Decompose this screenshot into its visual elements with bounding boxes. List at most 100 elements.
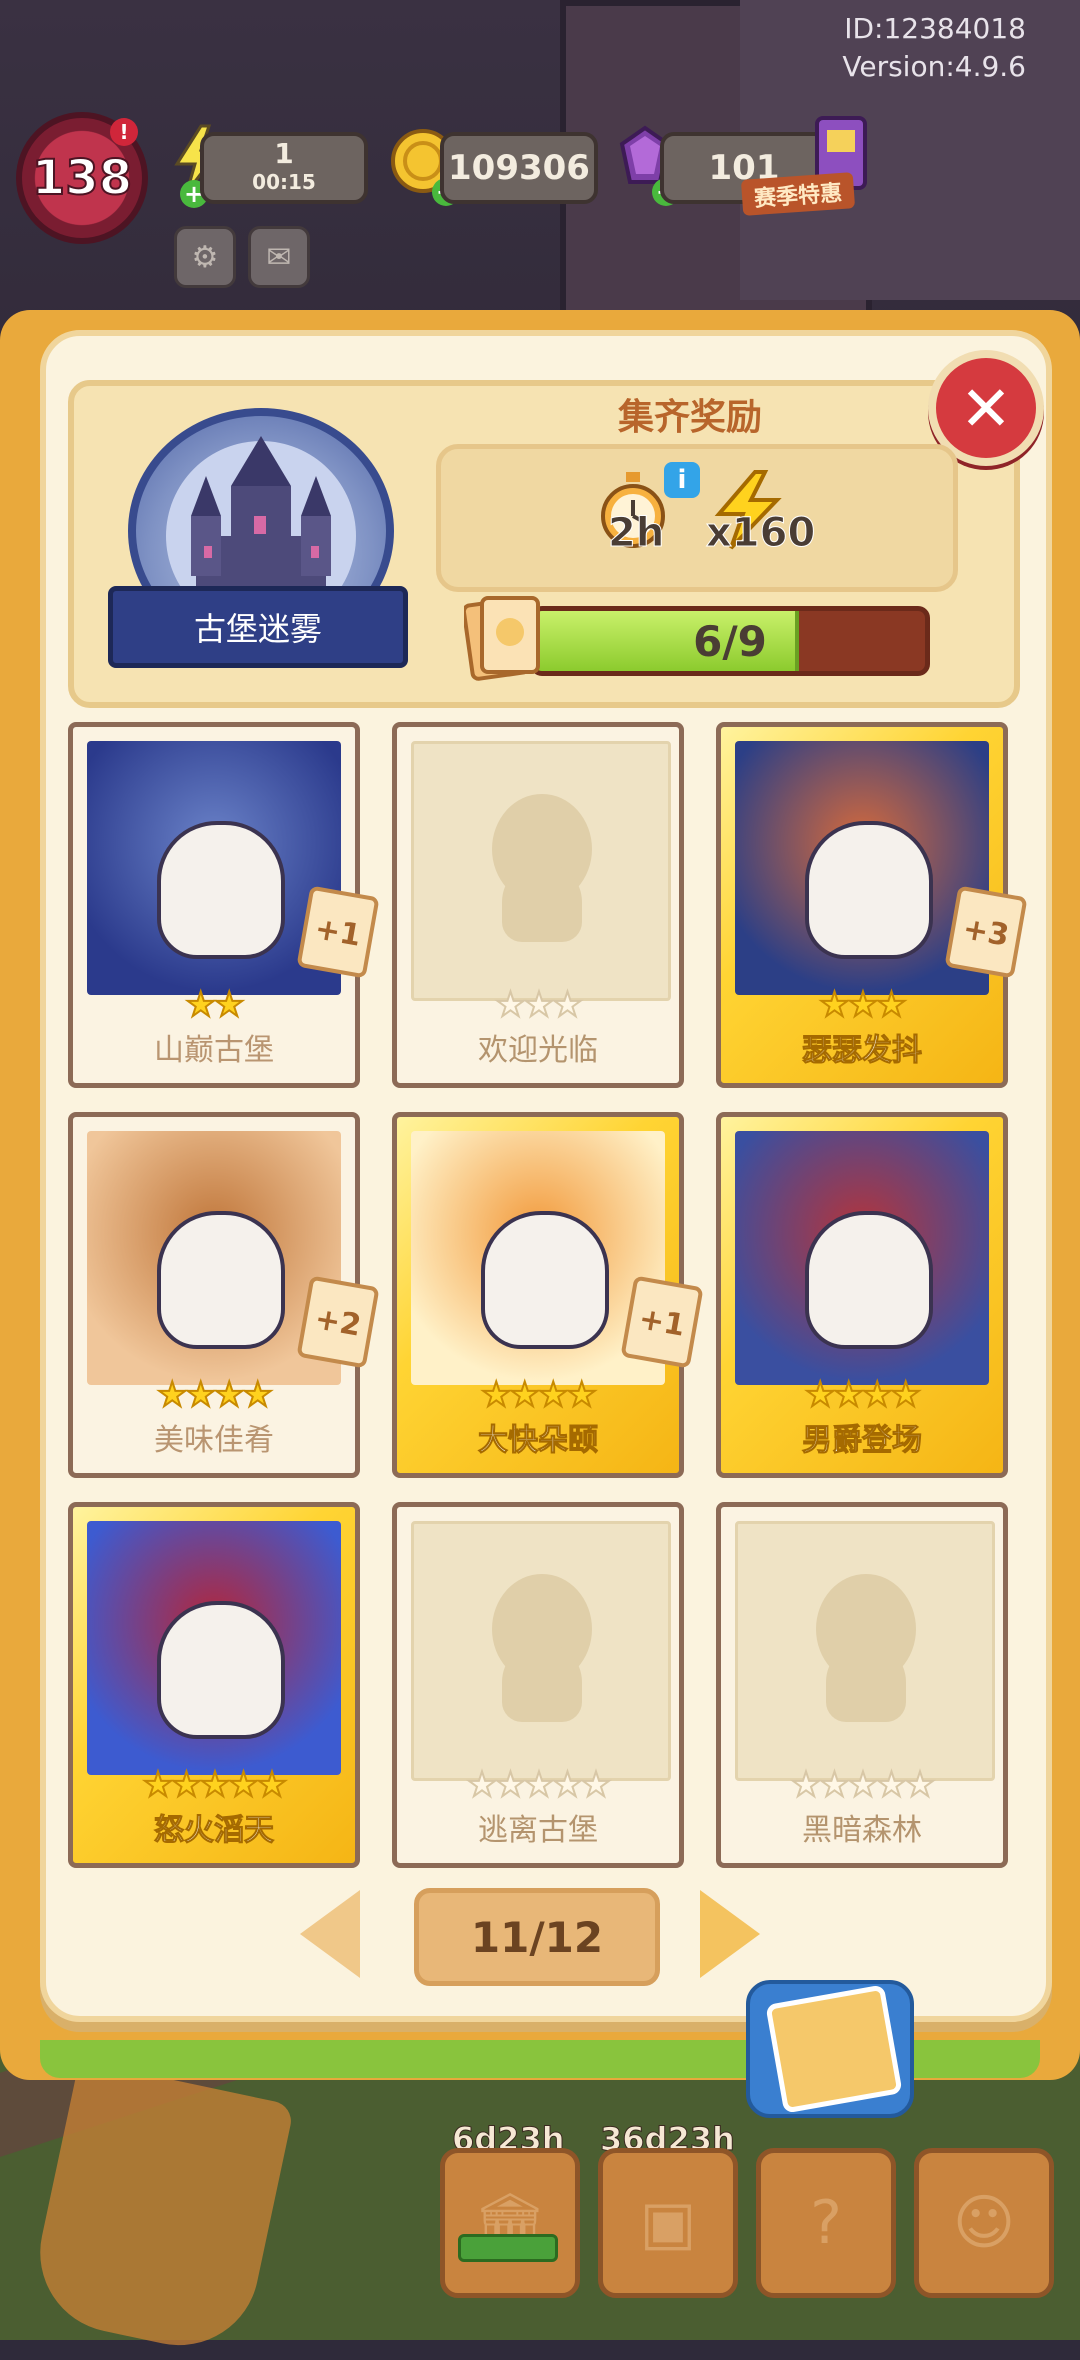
star-filled-icon: ★	[241, 1374, 274, 1416]
card-art	[735, 1131, 989, 1385]
star-empty-icon: ★	[875, 1764, 908, 1806]
star-filled-icon: ★	[861, 1374, 894, 1416]
energy-timer: 00:15	[252, 170, 316, 194]
album-card[interactable]: ★★★★ 男爵登场	[716, 1112, 1008, 1478]
album-card[interactable]: ★★★★★ 黑暗森林	[716, 1502, 1008, 1868]
energy-counter: 1 00:15	[200, 132, 368, 204]
question-icon: ?	[810, 2188, 842, 2258]
album-name: 古堡迷雾	[193, 610, 322, 648]
event-button-friends[interactable]: ☺	[914, 2148, 1054, 2298]
card-stars: ★★★★★	[73, 1764, 355, 1806]
star-filled-icon: ★	[156, 1374, 189, 1416]
star-filled-icon: ★	[480, 1374, 513, 1416]
album-badge: 古堡迷雾	[108, 408, 408, 678]
star-filled-icon: ★	[184, 984, 217, 1026]
next-page-arrow[interactable]	[700, 1890, 760, 1978]
duplicate-count-badge: +3	[944, 885, 1028, 979]
star-filled-icon: ★	[537, 1374, 570, 1416]
star-empty-icon: ★	[466, 1764, 499, 1806]
star-empty-icon: ★	[790, 1764, 823, 1806]
card-name: 瑟瑟发抖	[802, 1033, 923, 1069]
previous-page-arrow[interactable]	[300, 1890, 360, 1978]
card-stars: ★★★★	[397, 1374, 679, 1416]
card-character	[157, 821, 285, 959]
card-name: 大快朵颐	[478, 1423, 599, 1459]
card-name: 美味佳肴	[154, 1423, 274, 1458]
album-card[interactable]: ★★★★ 大快朵颐 +1	[392, 1112, 704, 1478]
star-filled-icon: ★	[142, 1764, 175, 1806]
star-filled-icon: ★	[256, 1764, 289, 1806]
duplicate-count-badge: +1	[296, 885, 380, 979]
star-filled-icon: ★	[199, 1764, 232, 1806]
event-button-mystery[interactable]: ?	[756, 2148, 896, 2298]
star-filled-icon: ★	[227, 1764, 260, 1806]
card-stars: ★★	[73, 984, 355, 1026]
album-card[interactable]: ★★★ 欢迎光临	[392, 722, 684, 1088]
card-name: 黑暗森林	[802, 1813, 922, 1848]
card-stars: ★★★★	[721, 1374, 1003, 1416]
locked-card-art	[411, 1521, 671, 1781]
silhouette-icon	[486, 1574, 598, 1724]
album-card[interactable]: ★★★★ 美味佳肴 +2	[68, 1112, 380, 1478]
locked-card-art	[735, 1521, 995, 1781]
event-button-cards[interactable]: ▣	[598, 2148, 738, 2298]
card-stars: ★★★★★	[397, 1764, 679, 1806]
card-stars: ★★★	[397, 984, 679, 1026]
star-empty-icon: ★	[847, 1764, 880, 1806]
version-label: Version:4.9.6	[842, 50, 1026, 83]
star-filled-icon: ★	[818, 984, 851, 1026]
silhouette-icon	[810, 1574, 922, 1724]
star-empty-icon: ★	[523, 1764, 556, 1806]
close-icon: ✕	[960, 371, 1012, 445]
event-progress	[458, 2234, 558, 2262]
card-name: 逃离古堡	[478, 1813, 598, 1848]
coins-counter: 109306	[440, 132, 598, 204]
star-filled-icon: ★	[213, 1374, 246, 1416]
card-name: 山巅古堡	[154, 1033, 274, 1068]
album-card[interactable]: ★★★★★ 怒火滔天	[68, 1502, 360, 1868]
album-card[interactable]: ★★ 山巅古堡 +1	[68, 722, 380, 1088]
card-name: 男爵登场	[802, 1423, 923, 1459]
card-art	[87, 1521, 341, 1775]
album-card[interactable]: ★★★ 瑟瑟发抖 +3	[716, 722, 1028, 1088]
star-filled-icon: ★	[508, 1374, 541, 1416]
reward-time-value: 2h	[607, 510, 665, 557]
player-id: ID:12384018	[844, 12, 1026, 45]
star-empty-icon: ★	[904, 1764, 937, 1806]
event-button-pillar[interactable]: 🏛	[440, 2148, 580, 2298]
card-stars: ★★★★★	[721, 1764, 1003, 1806]
star-filled-icon: ★	[847, 984, 880, 1026]
star-empty-icon: ★	[818, 1764, 851, 1806]
friends-icon: ☺	[952, 2188, 1016, 2258]
star-filled-icon: ★	[213, 984, 246, 1026]
star-filled-icon: ★	[170, 1764, 203, 1806]
build-info: ID:12384018 Version:4.9.6	[842, 10, 1026, 86]
duplicate-count-badge: +1	[620, 1275, 704, 1369]
star-filled-icon: ★	[804, 1374, 837, 1416]
card-pack-icon	[765, 1984, 903, 2114]
info-icon[interactable]: i	[664, 462, 700, 498]
reward-energy-value: x160	[705, 510, 816, 557]
star-empty-icon: ★	[523, 984, 556, 1026]
card-character	[157, 1601, 285, 1739]
alert-badge: !	[110, 118, 138, 146]
star-empty-icon: ★	[551, 984, 584, 1026]
locked-card-art	[411, 741, 671, 1001]
card-name: 怒火滔天	[154, 1813, 275, 1849]
star-empty-icon: ★	[494, 984, 527, 1026]
silhouette-icon	[486, 794, 598, 944]
mail-icon: ✉	[266, 239, 292, 275]
album-card[interactable]: ★★★★★ 逃离古堡	[392, 1502, 684, 1868]
settings-button[interactable]: ⚙	[174, 226, 236, 288]
star-filled-icon: ★	[565, 1374, 598, 1416]
mail-button[interactable]: ✉	[248, 226, 310, 288]
page-indicator: 11/12	[414, 1888, 660, 1986]
card-pack-button[interactable]	[746, 1980, 914, 2118]
card-character	[805, 1211, 933, 1349]
card-character	[481, 1211, 609, 1349]
completion-reward-title: 集齐奖励	[617, 397, 762, 438]
energy-value: 1	[274, 137, 294, 170]
album-name-ribbon: 古堡迷雾	[108, 586, 408, 668]
duplicate-count-badge: +2	[296, 1275, 380, 1369]
gear-icon: ⚙	[191, 239, 219, 275]
